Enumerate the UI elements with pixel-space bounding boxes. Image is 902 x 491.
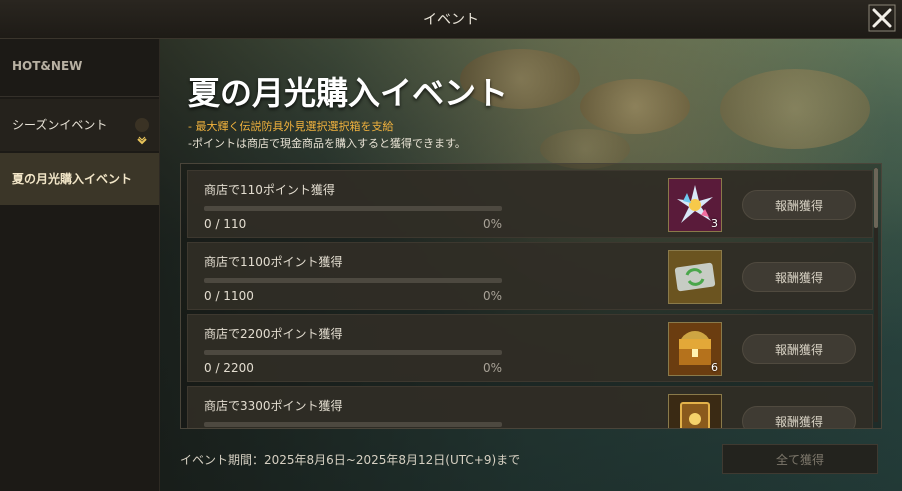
mission-row: 商店で3300ポイント獲得 報酬獲得 (187, 386, 873, 428)
progress-text: 0 / 2200 (204, 361, 254, 375)
window-title: イベント (423, 12, 479, 28)
claim-all-button[interactable]: 全て獲得 (722, 444, 878, 474)
progress-percent: 0% (482, 217, 502, 231)
progress-bar (204, 278, 502, 283)
sidebar-divider (0, 96, 159, 97)
reward-item[interactable]: 3 (668, 178, 722, 232)
progress-bar (204, 206, 502, 211)
mission-label: 商店で1100ポイント獲得 (204, 255, 343, 269)
sidebar: HOT&NEW シーズンイベント 夏の月光購入イベント (0, 39, 160, 491)
progress-text: 0 / 1100 (204, 289, 254, 303)
event-title: 夏の月光購入イベント (188, 74, 509, 112)
mission-list[interactable]: 商店で110ポイント獲得 0 / 110 0% 3 報酬獲得 商店で1100ポイ… (180, 163, 882, 429)
close-icon (868, 4, 896, 32)
mission-list-scrollbar[interactable] (874, 168, 878, 422)
sidebar-item-hot-new[interactable]: HOT&NEW (0, 59, 159, 73)
mission-label: 商店で2200ポイント獲得 (204, 327, 343, 341)
chevron-down-icon (135, 118, 149, 145)
item-quantity: 3 (711, 217, 718, 230)
close-button[interactable] (868, 4, 896, 32)
progress-percent: 0% (482, 289, 502, 303)
progress-bar (204, 350, 502, 355)
reward-item[interactable] (668, 394, 722, 428)
title-bar: イベント (0, 0, 902, 39)
claim-reward-button[interactable]: 報酬獲得 (742, 406, 856, 428)
claim-reward-button[interactable]: 報酬獲得 (742, 334, 856, 364)
mission-row: 商店で1100ポイント獲得 0 / 1100 0% 報酬獲得 (187, 242, 873, 310)
reward-item[interactable] (668, 250, 722, 304)
progress-text: 0 / 110 (204, 217, 247, 231)
mission-row: 商店で2200ポイント獲得 0 / 2200 0% 6 報酬獲得 (187, 314, 873, 382)
sidebar-item-summer-moonlight[interactable]: 夏の月光購入イベント (0, 153, 159, 205)
mission-row: 商店で110ポイント獲得 0 / 110 0% 3 報酬獲得 (187, 170, 873, 238)
event-description-highlight: - 最大輝く伝説防具外見選択選択箱を支給 (188, 120, 394, 133)
item-quantity: 6 (711, 361, 718, 374)
event-description-note: -ポイントは商店で現金商品を購入すると獲得できます。 (188, 137, 466, 150)
event-period: イベント期間：2025年8月6日~2025年8月12日(UTC+9)まで (180, 453, 521, 467)
progress-bar (204, 422, 502, 427)
sidebar-item-season-events[interactable]: シーズンイベント (0, 99, 159, 151)
mission-label: 商店で3300ポイント獲得 (204, 399, 343, 413)
claim-reward-button[interactable]: 報酬獲得 (742, 262, 856, 292)
mission-label: 商店で110ポイント獲得 (204, 183, 335, 197)
sidebar-item-label: シーズンイベント (12, 118, 108, 132)
reward-item[interactable]: 6 (668, 322, 722, 376)
card-icon (669, 395, 721, 428)
scrollbar-thumb[interactable] (874, 168, 878, 228)
claim-reward-button[interactable]: 報酬獲得 (742, 190, 856, 220)
exchange-ticket-icon (669, 251, 721, 303)
progress-percent: 0% (482, 361, 502, 375)
